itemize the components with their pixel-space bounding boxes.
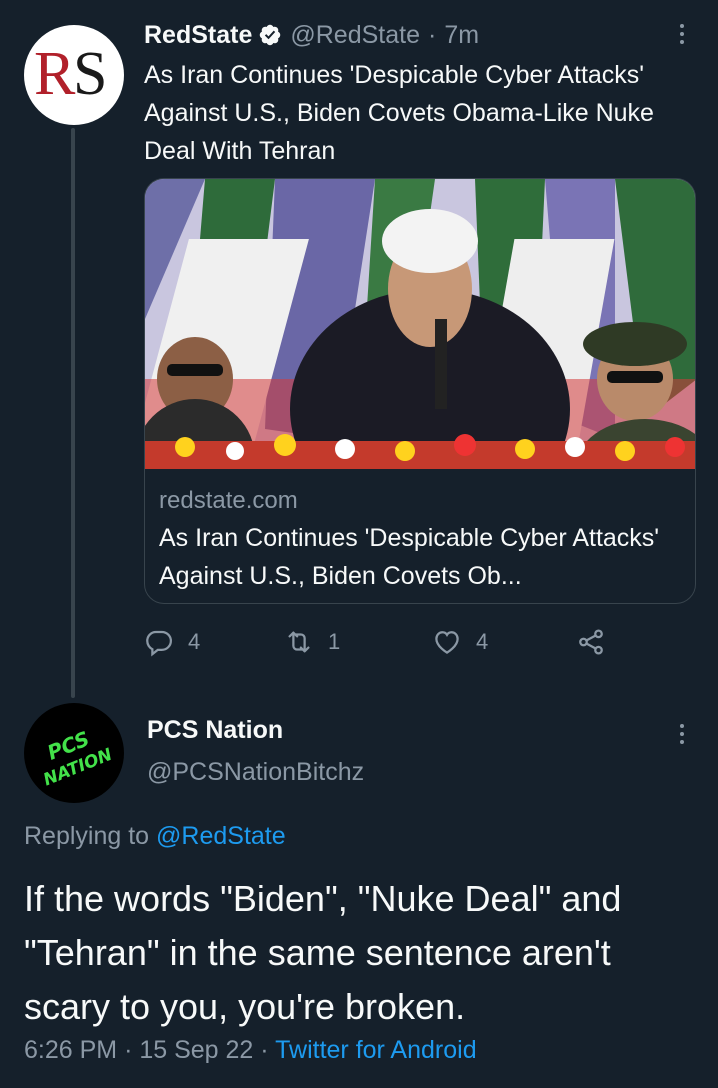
tweet2-source[interactable]: Twitter for Android	[275, 1036, 476, 1064]
dot-separator: ·	[260, 1036, 269, 1064]
tweet1-handle[interactable]: @RedState	[290, 21, 420, 50]
tweet2-date[interactable]: 15 Sep 22	[139, 1036, 253, 1064]
dot-separator: ·	[124, 1036, 133, 1064]
tweet1-header: RedState @RedState · 7m	[144, 16, 479, 54]
replying-to-link[interactable]: @RedState	[156, 822, 286, 850]
tweet1-author-name[interactable]: RedState	[144, 21, 252, 50]
tweet1-timestamp[interactable]: 7m	[444, 21, 479, 50]
reply-icon	[146, 630, 173, 657]
card-domain: redstate.com	[159, 487, 298, 514]
card-title: As Iran Continues 'Despicable Cyber Atta…	[159, 524, 660, 590]
tweet1-text: As Iran Continues 'Despicable Cyber Atta…	[144, 61, 654, 165]
retweet-count: 1	[328, 629, 341, 654]
tweet2-author-name[interactable]: PCS Nation	[147, 716, 283, 745]
link-card[interactable]: redstate.com As Iran Continues 'Despicab…	[144, 178, 696, 604]
dot-separator: ·	[428, 20, 437, 49]
pcs-nation-avatar[interactable]: PCS NATION	[24, 703, 124, 803]
like-count: 4	[476, 629, 489, 654]
pcs-nation-logo: PCS NATION	[41, 726, 116, 790]
replying-to-label: Replying to	[24, 822, 150, 850]
tweet1-action-bar: 4 1 4	[144, 622, 624, 662]
thread-connector-line	[71, 128, 75, 698]
more-icon	[668, 716, 696, 752]
retweet-button[interactable]: 1	[284, 622, 340, 662]
replying-to-line: Replying to @RedState	[24, 822, 286, 851]
more-icon	[668, 16, 696, 52]
tweet2-more-button[interactable]	[668, 716, 696, 752]
tweet2-time[interactable]: 6:26 PM	[24, 1036, 117, 1064]
redstate-avatar[interactable]: R S	[24, 25, 124, 125]
tweet2-metadata: 6:26 PM · 15 Sep 22 · Twitter for Androi…	[24, 1036, 477, 1065]
tweet2-text: If the words "Biden", "Nuke Deal" and "T…	[24, 878, 622, 1027]
share-button[interactable]	[576, 622, 620, 662]
like-icon	[435, 631, 459, 654]
card-thumbnail-image	[145, 179, 695, 469]
share-icon	[579, 629, 603, 655]
tweet2-handle[interactable]: @PCSNationBitchz	[147, 758, 364, 787]
like-button[interactable]: 4	[432, 622, 488, 662]
tweet1-more-button[interactable]	[668, 16, 696, 52]
reply-button[interactable]: 4	[144, 622, 200, 662]
avatar-letter-r: R	[34, 40, 75, 108]
retweet-icon	[288, 631, 310, 653]
reply-count: 4	[188, 629, 201, 654]
avatar-letter-s: S	[73, 40, 108, 108]
verified-badge-icon	[260, 24, 281, 46]
